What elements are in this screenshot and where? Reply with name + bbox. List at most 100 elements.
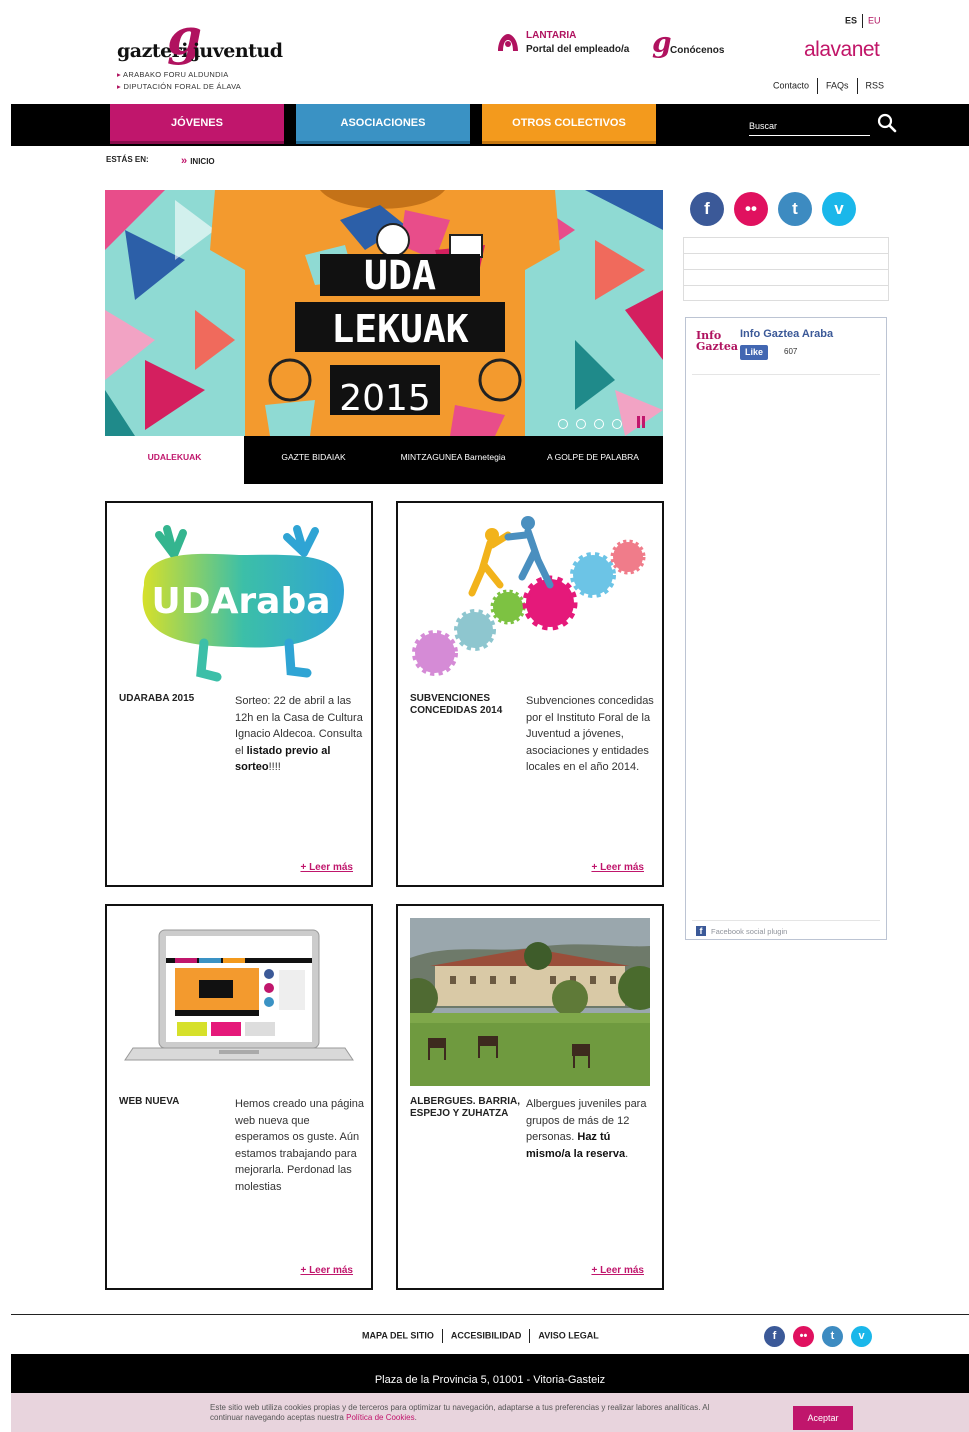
card-title: UDARABA 2015 (119, 693, 195, 704)
vimeo-icon[interactable]: v (822, 192, 856, 226)
card-title: WEB NUEVA (119, 1096, 180, 1107)
fb-like-count: 607 (784, 347, 798, 356)
footer-divider (11, 1314, 969, 1315)
cookie-banner: Este sitio web utiliza cookies propias y… (11, 1393, 969, 1432)
slider-tab-gazte-bidaiak[interactable]: GAZTE BIDAIAK (244, 436, 383, 484)
slider-dot[interactable] (612, 419, 622, 429)
twitter-icon[interactable]: t (822, 1326, 843, 1347)
read-more-link[interactable]: + Leer más (591, 1265, 644, 1276)
slider-dot[interactable] (594, 419, 604, 429)
lantaria-subtitle: Portal del empleado/a (526, 44, 630, 55)
info-gaztea-logo[interactable]: Info Gaztea (696, 330, 738, 360)
accept-cookies-button[interactable]: Aceptar (793, 1406, 853, 1430)
search-input[interactable] (749, 117, 870, 135)
conocenos-label: Conócenos (670, 45, 725, 56)
pause-icon[interactable] (637, 416, 645, 428)
rss-link[interactable]: RSS (866, 80, 885, 90)
slider-tab-a-golpe-de-palabra[interactable]: A GOLPE DE PALABRA (523, 436, 663, 484)
card-text: Hemos creado una página web nueva que es… (235, 1098, 365, 1193)
search-icon[interactable] (877, 113, 897, 133)
fb-page-name[interactable]: Info Gaztea Araba (740, 328, 833, 340)
breadcrumb: ESTÁS EN: INICIO (106, 155, 215, 166)
widget-row (683, 237, 889, 253)
subvenciones-image (412, 516, 646, 676)
footer-link-divider (529, 1329, 531, 1343)
slider-dot[interactable] (576, 419, 586, 429)
contacto-link[interactable]: Contacto (773, 80, 809, 90)
alavanet-logo[interactable]: alavanet (804, 38, 880, 62)
card-text: Albergues juveniles para grupos de más d… (526, 1096, 658, 1162)
accesibilidad-link[interactable]: ACCESIBILIDAD (451, 1330, 522, 1340)
flickr-icon[interactable]: •• (734, 192, 768, 226)
read-more-link[interactable]: + Leer más (300, 1265, 353, 1276)
breadcrumb-home-link[interactable]: INICIO (181, 155, 214, 167)
site-header: gazteria g juventud ARABAKO FORU ALDUNDI… (0, 0, 969, 104)
widget-row (683, 269, 889, 285)
udaraba-image-text: UDAraba (151, 581, 330, 622)
news-card-subvenciones: SUBVENCIONES CONCEDIDAS 2014 Subvencione… (396, 501, 664, 887)
social-icons: f •• t v (690, 192, 866, 226)
gazteria-logo[interactable]: gazteria g juventud ARABAKO FORU ALDUNDI… (115, 12, 283, 92)
lantaria-icon (498, 34, 518, 51)
lang-eu-link[interactable]: EU (868, 15, 881, 25)
hero-year: 2015 (339, 378, 431, 419)
hero-slide-image: UDA LEKUAK 2015 (105, 190, 663, 436)
news-card-web-nueva: WEB NUEVA Hemos creado una página web nu… (105, 904, 373, 1290)
nav-tab-asociaciones[interactable]: ASOCIACIONES (296, 104, 470, 144)
lang-es-link[interactable]: ES (845, 15, 857, 25)
flickr-icon[interactable]: •• (793, 1326, 814, 1347)
slider-tabs: UDALEKUAK GAZTE BIDAIAK MINTZAGUNEA Barn… (105, 436, 663, 484)
widget-row (683, 253, 889, 269)
card-text-link[interactable]: listado previo al sorteo (235, 745, 330, 774)
facebook-page-widget: Info Gaztea Info Gaztea Araba Like 607 F… (685, 317, 887, 940)
facebook-icon[interactable]: f (690, 192, 724, 226)
news-card-udaraba: UDAraba UDARABA 2015 Sorteo: 22 de abril… (105, 501, 373, 887)
lantaria-title: LANTARIA (526, 30, 577, 41)
cookie-message-tail: . (414, 1413, 417, 1422)
slider-pagination (558, 416, 630, 434)
logo-subtitle-es: DIPUTACIÓN FORAL DE ÁLAVA (117, 82, 241, 91)
sitemap-link[interactable]: MAPA DEL SITIO (362, 1330, 434, 1340)
read-more-link[interactable]: + Leer más (300, 862, 353, 873)
vimeo-icon[interactable]: v (851, 1326, 872, 1347)
cookie-policy-link[interactable]: Política de Cookies (346, 1413, 414, 1422)
main-nav: JÓVENES ASOCIACIONES OTROS COLECTIVOS (11, 104, 969, 146)
card-title: ALBERGUES. BARRIA, ESPEJO Y ZUHATZA (410, 1096, 521, 1119)
footer-link-divider (441, 1329, 443, 1343)
g-logo-icon: g (652, 26, 672, 59)
twitter-icon[interactable]: t (778, 192, 812, 226)
card-text: Sorteo: 22 de abril a las 12h en la Casa… (235, 693, 367, 776)
divider (692, 920, 880, 921)
facebook-icon[interactable]: f (764, 1326, 785, 1347)
slider-tab-mintzagunea[interactable]: MINTZAGUNEA Barnetegia (383, 436, 523, 484)
laptop-image (124, 929, 354, 1061)
top-links-divider (856, 78, 858, 94)
card-text: Subvenciones concedidas por el Instituto… (526, 695, 654, 773)
top-links-divider (817, 78, 819, 94)
sidebar-empty-widget (683, 237, 889, 301)
footer-address: Plaza de la Provincia 5, 01001 - Vitoria… (374, 1374, 606, 1386)
logo-word-juventud: juventud (193, 40, 283, 62)
faqs-link[interactable]: FAQs (826, 80, 849, 90)
footer-links: MAPA DEL SITIO ACCESIBILIDAD AVISO LEGAL (362, 1329, 599, 1343)
slider-tab-udalekuak[interactable]: UDALEKUAK (105, 436, 244, 484)
widget-row (683, 285, 889, 301)
albergue-photo (410, 918, 650, 1086)
top-links: Contacto FAQs RSS (773, 78, 884, 94)
hero-title-line2: LEKUAK (331, 307, 468, 351)
footer-social-icons: f •• t v (764, 1326, 880, 1347)
slider-dot[interactable] (558, 419, 568, 429)
read-more-link[interactable]: + Leer más (591, 862, 644, 873)
card-text-tail: . (625, 1147, 629, 1160)
nav-tab-otros-colectivos[interactable]: OTROS COLECTIVOS (482, 104, 656, 144)
fb-social-plugin-link[interactable]: Facebook social plugin (696, 926, 787, 936)
card-title: SUBVENCIONES CONCEDIDAS 2014 (410, 693, 503, 716)
language-switcher: ES EU (845, 14, 881, 28)
logo-subtitle-eu: ARABAKO FORU ALDUNDIA (117, 70, 229, 79)
nav-tab-jovenes[interactable]: JÓVENES (110, 104, 284, 144)
aviso-legal-link[interactable]: AVISO LEGAL (538, 1330, 598, 1340)
cookie-text: Este sitio web utiliza cookies propias y… (210, 1403, 730, 1423)
hero-slider[interactable]: UDA LEKUAK 2015 (105, 190, 663, 436)
udaraba-image: UDAraba (142, 525, 344, 682)
fb-like-button[interactable]: Like (740, 345, 769, 360)
